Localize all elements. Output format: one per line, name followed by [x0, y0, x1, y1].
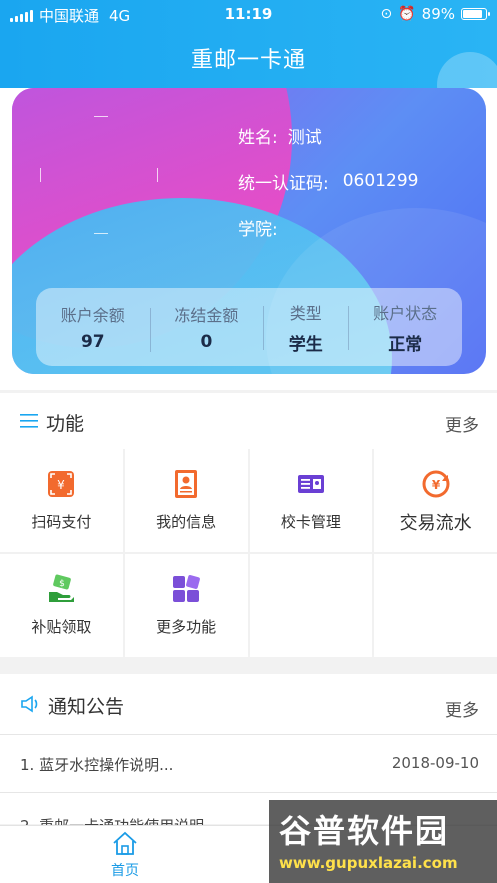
stat-label: 冻结金额 [174, 306, 239, 325]
watermark-text: 谷普软件园 [279, 812, 450, 850]
stat-value: 0 [200, 332, 213, 352]
rotation-lock-icon: ⊙ [380, 6, 393, 22]
tab-home-label: 首页 [111, 863, 139, 879]
watermark-logo: 谷普软件园 www.gupuxlazai.com [269, 800, 497, 883]
func-more[interactable]: 更多功能 [124, 554, 248, 657]
college-label: 学院: [238, 219, 278, 240]
func-label: 交易流水 [399, 513, 472, 534]
notices-title: 通知公告 [48, 696, 125, 718]
func-label: 更多功能 [156, 618, 217, 636]
id-value: 0601299 [342, 171, 419, 191]
notices-more-link[interactable]: 更多 [445, 696, 479, 721]
stat-value: 正常 [388, 334, 423, 355]
page-title: 重邮一卡通 [190, 48, 306, 73]
tab-home[interactable]: 首页 [95, 830, 155, 880]
scan-pay-icon: ¥ [48, 471, 75, 497]
stat-label: 账户状态 [373, 303, 438, 323]
alarm-icon: ⏰ [398, 6, 416, 22]
func-empty-slot [374, 554, 497, 657]
name-label: 姓名: [238, 127, 278, 148]
more-functions-icon [173, 575, 201, 602]
campus-card[interactable]: 姓名: 测试 统一认证码: 0601299 学院: 账户余额 97 冻结金额 0 类… [12, 88, 486, 374]
stat-value: 97 [80, 332, 105, 352]
card-section: 姓名: 测试 统一认证码: 0601299 学院: 账户余额 97 冻结金额 0 类… [0, 88, 497, 390]
stat-frozen: 冻结金额 0 [149, 302, 264, 352]
svg-text:¥: ¥ [58, 478, 66, 492]
func-empty-slot [249, 554, 373, 657]
subsidy-icon: $ [49, 574, 75, 602]
func-scan-pay[interactable]: ¥ 扫码支付 [0, 449, 123, 552]
watermark-url: www.gupuxlazai.com [279, 854, 458, 872]
account-stats: 账户余额 97 冻结金额 0 类型 学生 账户状态 正常 [36, 288, 462, 366]
transactions-icon: ¥ [422, 470, 450, 498]
func-transactions[interactable]: ¥ 交易流水 [374, 449, 497, 552]
stat-status: 账户状态 正常 [348, 300, 462, 355]
speaker-icon [21, 695, 38, 713]
func-label: 扫码支付 [31, 513, 92, 531]
notice-date: 2018-09-10 [391, 754, 479, 772]
battery-icon [461, 8, 490, 20]
functions-grid: ¥ 扫码支付 我的信息 校卡管理 ¥ 交易流水 $ 补贴领取 更多功能 [0, 449, 497, 657]
stat-balance: 账户余额 97 [36, 302, 150, 352]
stat-value: 学生 [288, 334, 323, 355]
functions-more-link[interactable]: 更多 [445, 411, 479, 436]
battery-percent: 89% [421, 5, 455, 23]
func-subsidy[interactable]: $ 补贴领取 [0, 554, 123, 657]
func-label: 我的信息 [156, 513, 217, 531]
home-icon [113, 831, 137, 855]
functions-title: 功能 [46, 413, 85, 435]
notice-item[interactable]: 1. 蓝牙水控操作说明... 2018-09-10 [0, 734, 497, 792]
id-label: 统一认证码: [238, 173, 329, 194]
stat-label: 类型 [289, 303, 322, 323]
name-value: 测试 [287, 127, 322, 148]
stat-type: 类型 学生 [263, 300, 348, 355]
functions-section: 功能 更多 ¥ 扫码支付 我的信息 校卡管理 ¥ 交易流水 $ 补贴领取 更多功… [0, 393, 497, 657]
card-info: 姓名: 测试 统一认证码: 0601299 学院: [238, 112, 418, 250]
func-my-info[interactable]: 我的信息 [124, 449, 248, 552]
stat-label: 账户余额 [60, 306, 125, 325]
func-card-manage[interactable]: 校卡管理 [249, 449, 373, 552]
svg-text:¥: ¥ [431, 478, 440, 492]
card-manage-icon [297, 475, 324, 493]
my-info-icon [175, 470, 198, 498]
app-header: 中国联通 4G 11:19 ⊙ ⏰ 89% 重邮一卡通 [0, 0, 497, 88]
notice-title: 1. 蓝牙水控操作说明... [20, 756, 174, 774]
svg-text:$: $ [60, 579, 66, 589]
menu-list-icon [20, 414, 38, 428]
avatar-frame-icon [40, 116, 158, 234]
func-label: 校卡管理 [280, 513, 341, 531]
func-label: 补贴领取 [31, 618, 92, 636]
status-bar: 中国联通 4G 11:19 ⊙ ⏰ 89% [0, 0, 497, 30]
